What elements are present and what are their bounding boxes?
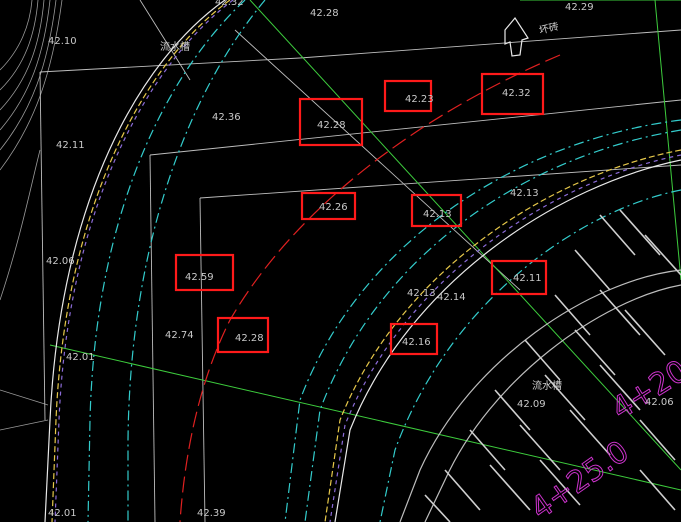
elevation-label: 42.39 <box>197 508 226 519</box>
highlight-value: 42.16 <box>402 337 431 348</box>
highlight-value: 42.23 <box>405 94 434 105</box>
canvas-background <box>0 0 681 522</box>
highlight-value: 42.28 <box>317 120 346 131</box>
elevation-label: 42.01 <box>66 352 95 363</box>
elevation-label: 42.11 <box>56 140 85 151</box>
elevation-label: 42.13 <box>510 188 539 199</box>
highlight-value: 42.32 <box>502 88 531 99</box>
drain-label-bottom: 流水槽 <box>532 379 562 392</box>
drain-label-top: 流水槽 <box>160 40 190 53</box>
highlight-value: 42.11 <box>513 273 542 284</box>
elevation-label: 42.06 <box>645 397 674 408</box>
elevation-label: 42.32 <box>215 0 244 8</box>
elevation-label: 42.36 <box>212 112 241 123</box>
elevation-label: 42.74 <box>165 330 194 341</box>
elevation-label: 42.10 <box>48 36 77 47</box>
highlight-value: 42.26 <box>319 202 348 213</box>
highlight-value: 42.13 <box>423 209 452 220</box>
elevation-label: 42.14 <box>437 292 466 303</box>
highlight-value: 42.59 <box>185 272 214 283</box>
elevation-label: 42.13 <box>407 288 436 299</box>
elevation-label: 42.09 <box>517 399 546 410</box>
cad-drawing-canvas[interactable]: 4+20.5 4+25.0 42.10 42.11 42.06 42.01 42… <box>0 0 681 522</box>
elevation-label: 42.06 <box>46 256 75 267</box>
elevation-label: 42.29 <box>565 2 594 13</box>
elevation-label: 42.28 <box>310 8 339 19</box>
highlight-value: 42.28 <box>235 333 264 344</box>
elevation-label: 42.01 <box>48 508 77 519</box>
